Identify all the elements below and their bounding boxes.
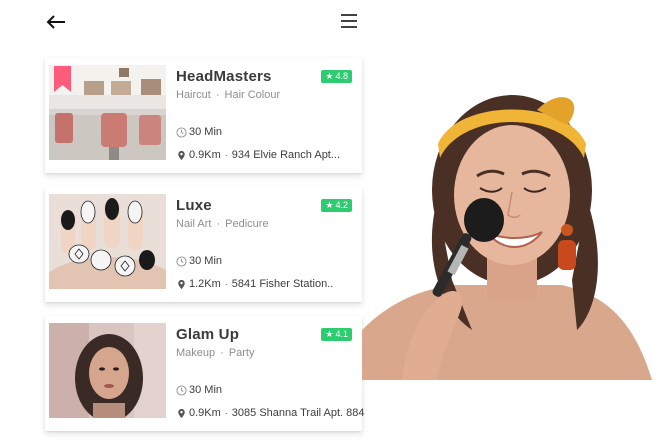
- salon-name: Luxe: [176, 197, 212, 214]
- rating-value: 4.2: [335, 200, 348, 210]
- service-tags: Makeup · Party: [176, 347, 255, 359]
- service-tag: Party: [228, 347, 255, 359]
- location-pin-icon: [178, 150, 185, 160]
- service-tags: Haircut · Hair Colour: [176, 89, 281, 101]
- salon-list-screen: HeadMasters ★ 4.8 Haircut · Hair Colour 30…: [0, 0, 669, 442]
- salon-card-glam-up[interactable]: Glam Up ★ 4.1 Makeup · Party 30 Min 0.9Km ·…: [45, 316, 365, 431]
- duration: 30 Min: [176, 126, 222, 138]
- back-button[interactable]: [44, 12, 68, 32]
- service-tags: Nail Art · Pedicure: [176, 218, 269, 230]
- rating-badge: ★ 4.8: [321, 70, 352, 83]
- clock-icon: [176, 255, 187, 267]
- hero-makeup-image: [362, 80, 662, 380]
- salon-name: HeadMasters: [176, 68, 272, 85]
- star-icon: ★: [325, 329, 334, 339]
- clock-icon: [176, 126, 187, 138]
- address: 934 Elvie Ranch Apt...: [231, 149, 341, 161]
- location: 1.2Km · 5841 Fisher Station..: [176, 278, 333, 290]
- location-pin-icon: [178, 279, 185, 289]
- distance: 0.9Km: [189, 149, 221, 161]
- location: 0.9Km · 3085 Shanna Trail Apt. 884: [176, 407, 365, 419]
- location-pin-icon: [178, 408, 185, 418]
- star-icon: ★: [325, 200, 334, 210]
- duration: 30 Min: [176, 255, 222, 267]
- bookmark-icon[interactable]: [54, 66, 71, 92]
- top-bar: [0, 0, 370, 44]
- service-tag: Hair Colour: [224, 89, 281, 101]
- service-tag: Nail Art: [176, 218, 212, 230]
- duration: 30 Min: [176, 384, 222, 396]
- salon-card-luxe[interactable]: Luxe ★ 4.2 Nail Art · Pedicure 30 Min 1.2K…: [45, 187, 362, 302]
- salon-name: Glam Up: [176, 326, 240, 343]
- distance: 0.9Km: [189, 407, 221, 419]
- duration-text: 30 Min: [189, 126, 223, 138]
- distance: 1.2Km: [189, 278, 221, 290]
- arrow-left-icon: [46, 15, 65, 29]
- salon-photo-glam-up: [49, 323, 166, 418]
- rating-badge: ★ 4.2: [321, 199, 352, 212]
- salon-photo-luxe: [49, 194, 166, 289]
- hamburger-menu-icon: [341, 14, 357, 28]
- service-tag: Haircut: [176, 89, 211, 101]
- clock-icon: [176, 384, 187, 396]
- star-icon: ★: [325, 71, 334, 81]
- service-tag: Pedicure: [225, 218, 269, 230]
- location: 0.9Km · 934 Elvie Ranch Apt...: [176, 149, 340, 161]
- address: 3085 Shanna Trail Apt. 884: [231, 407, 365, 419]
- address: 5841 Fisher Station..: [231, 278, 334, 290]
- service-tag: Makeup: [176, 347, 216, 359]
- salon-card-headmasters[interactable]: HeadMasters ★ 4.8 Haircut · Hair Colour 30…: [45, 58, 362, 173]
- menu-button[interactable]: [338, 10, 360, 32]
- rating-value: 4.8: [335, 71, 348, 81]
- duration-text: 30 Min: [189, 255, 223, 267]
- rating-badge: ★ 4.1: [321, 328, 352, 341]
- duration-text: 30 Min: [189, 384, 223, 396]
- rating-value: 4.1: [335, 329, 348, 339]
